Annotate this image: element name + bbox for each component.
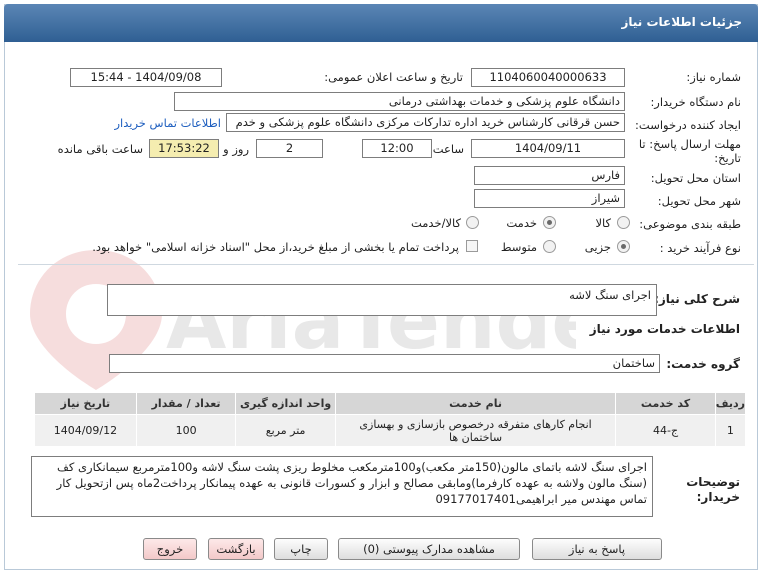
- buyer-contact-link[interactable]: اطلاعات تماس خریدار: [114, 116, 221, 130]
- days-label: روز و: [223, 142, 249, 156]
- services-table: ردیف کد خدمت نام خدمت واحد اندازه گیری ت…: [34, 392, 747, 447]
- table-header-service-code: کد خدمت: [615, 392, 716, 415]
- exit-button[interactable]: خروج: [143, 538, 197, 560]
- row-number-cell: 1: [714, 414, 747, 447]
- reply-button[interactable]: پاسخ به نیاز: [532, 538, 662, 560]
- services-section-title: اطلاعات خدمات مورد نیاز: [589, 322, 740, 336]
- deadline-time-field[interactable]: 12:00: [362, 139, 432, 158]
- table-header-row: ردیف کد خدمت نام خدمت واحد اندازه گیری ت…: [34, 392, 747, 415]
- title-bar: جزئیات اطلاعات نیاز: [4, 4, 758, 42]
- unit-cell: متر مربع: [235, 414, 336, 447]
- category-service-radio[interactable]: [543, 216, 556, 229]
- page-title: جزئیات اطلاعات نیاز: [621, 15, 742, 29]
- category-goods-radio[interactable]: [617, 216, 630, 229]
- deadline-date-field[interactable]: 1404/09/11: [471, 139, 625, 158]
- category-goods-service-radio[interactable]: [466, 216, 479, 229]
- process-minor-label: جزیی: [584, 240, 611, 254]
- deadline-label: مهلت ارسال پاسخ: تا: [638, 137, 741, 151]
- city-field[interactable]: شیراز: [474, 189, 625, 208]
- buyer-notes-label-2: خریدار:: [696, 490, 740, 504]
- remaining-label: ساعت باقی مانده: [57, 142, 143, 156]
- service-code-cell: ج-44: [615, 414, 716, 447]
- creator-label: ایجاد کننده درخواست:: [635, 118, 741, 132]
- attachments-button[interactable]: مشاهده مدارک پیوستی (0): [338, 538, 520, 560]
- table-header-row-number: ردیف: [714, 392, 747, 415]
- buyer-org-label: نام دستگاه خریدار:: [650, 95, 741, 109]
- process-minor-radio[interactable]: [617, 240, 630, 253]
- summary-label: شرح کلی نیاز:: [654, 292, 740, 306]
- days-field[interactable]: 2: [256, 139, 323, 158]
- back-button[interactable]: بازگشت: [208, 538, 264, 560]
- print-button[interactable]: چاپ: [274, 538, 328, 560]
- treasury-payment-checkbox[interactable]: [466, 240, 478, 252]
- need-date-cell: 1404/09/12: [34, 414, 137, 447]
- table-header-unit: واحد اندازه گیری: [235, 392, 336, 415]
- need-number-label: شماره نیاز:: [686, 70, 741, 84]
- city-label: شهر محل تحویل:: [657, 194, 741, 208]
- quantity-cell: 100: [135, 414, 237, 447]
- creator-field[interactable]: حسن قرقانی کارشناس خرید اداره تدارکات مر…: [226, 113, 625, 132]
- category-goods-service-label: کالا/خدمت: [410, 216, 461, 230]
- category-label: طبقه بندی موضوعی:: [639, 217, 741, 231]
- announce-label: تاریخ و ساعت اعلان عمومی:: [324, 70, 463, 84]
- table-row: 1 ج-44 انجام کارهای متفرقه درخصوص بازساز…: [34, 414, 747, 447]
- need-number-field[interactable]: 1104060040000633: [471, 68, 625, 87]
- remaining-time-field: 17:53:22: [149, 139, 219, 158]
- deadline-label-date: تاریخ:: [714, 151, 741, 165]
- service-name-cell: انجام کارهای متفرقه درخصوص بازسازی و بهس…: [334, 414, 617, 447]
- buyer-org-field[interactable]: دانشگاه علوم پزشکی و خدمات بهداشتی درمان…: [174, 92, 625, 111]
- table-header-quantity: تعداد / مقدار: [135, 392, 237, 415]
- buyer-notes-label: توضیحات: [686, 475, 740, 489]
- treasury-payment-note: پرداخت تمام یا بخشی از مبلغ خرید،از محل …: [92, 240, 459, 254]
- service-group-field[interactable]: ساختمان: [109, 354, 660, 373]
- category-service-label: خدمت: [506, 216, 537, 230]
- service-group-label: گروه خدمت:: [666, 357, 740, 371]
- category-goods-label: کالا: [595, 216, 611, 230]
- announce-field[interactable]: 1404/09/08 - 15:44: [70, 68, 222, 87]
- process-label: نوع فرآیند خرید :: [659, 241, 741, 255]
- summary-field[interactable]: اجرای سنگ لاشه: [107, 284, 657, 316]
- deadline-time-label: ساعت: [432, 142, 464, 156]
- table-header-need-date: تاریخ نیاز: [34, 392, 137, 415]
- section-divider: [18, 264, 754, 265]
- table-header-service-name: نام خدمت: [334, 392, 617, 415]
- process-medium-label: متوسط: [500, 240, 537, 254]
- province-label: استان محل تحویل:: [650, 171, 741, 185]
- province-field[interactable]: فارس: [474, 166, 625, 185]
- buyer-notes-field[interactable]: اجرای سنگ لاشه باتمای مالون(150متر مکعب)…: [31, 456, 653, 517]
- process-medium-radio[interactable]: [543, 240, 556, 253]
